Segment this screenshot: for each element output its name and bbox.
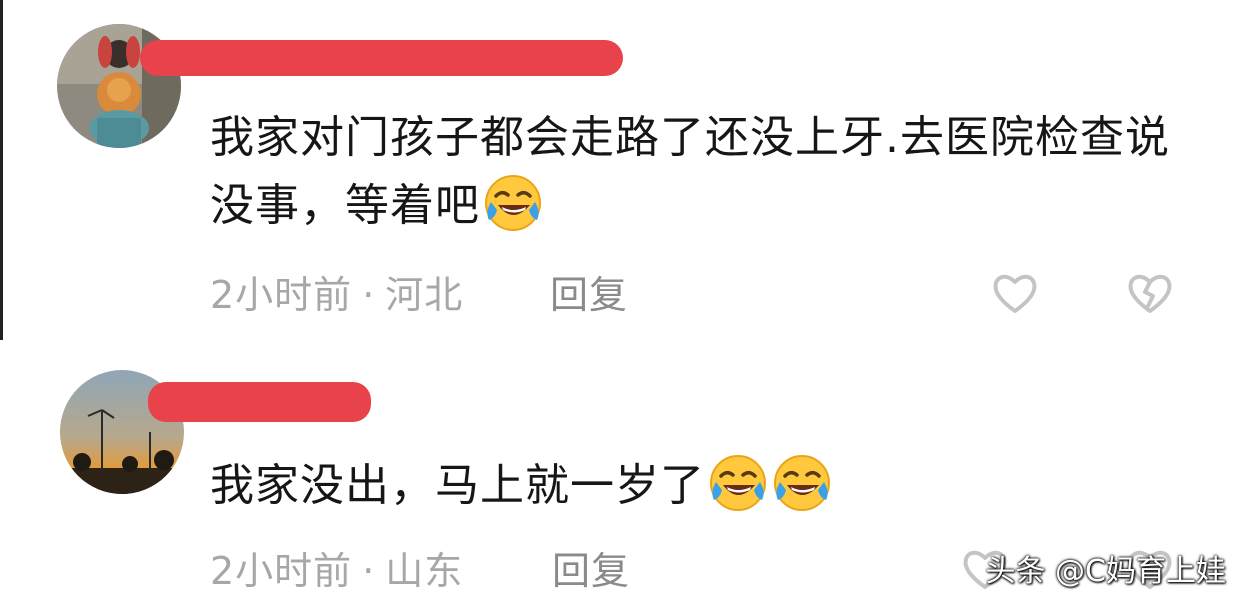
comment-meta: 2小时前 · 河北 bbox=[210, 272, 463, 318]
reply-button[interactable]: 回复 bbox=[552, 548, 630, 594]
comment-time: 2小时前 bbox=[210, 549, 353, 593]
rofl-emoji-icon bbox=[707, 452, 769, 514]
comment-location: 山东 bbox=[385, 549, 464, 593]
heart-outline-icon bbox=[993, 274, 1037, 313]
comment-text: 我家没出，马上就一岁了 bbox=[210, 452, 1190, 520]
meta-separator: · bbox=[362, 273, 376, 317]
comment-time: 2小时前 bbox=[210, 273, 353, 317]
comment-body: 我家对门孩子都会走路了还没上牙.去医院检查说没事，等着吧 bbox=[210, 112, 1170, 231]
username-redacted[interactable] bbox=[140, 40, 623, 76]
meta-separator: · bbox=[362, 549, 376, 593]
comment-item: 我家对门孩子都会走路了还没上牙.去医院检查说没事，等着吧 2小时前 · 河北 回复 bbox=[0, 0, 1240, 340]
comment-meta: 2小时前 · 山东 bbox=[210, 548, 463, 594]
rofl-emoji-icon bbox=[482, 172, 544, 234]
comment-text: 我家对门孩子都会走路了还没上牙.去医院检查说没事，等着吧 bbox=[210, 104, 1190, 240]
watermark: 头条 @C妈育上娃 bbox=[985, 554, 1226, 589]
dislike-button[interactable] bbox=[1125, 268, 1175, 318]
comment-location: 河北 bbox=[385, 273, 464, 317]
username-redacted[interactable] bbox=[148, 382, 371, 422]
like-button[interactable] bbox=[990, 268, 1040, 318]
rofl-emoji-icon bbox=[771, 452, 833, 514]
comment-list: 我家对门孩子都会走路了还没上牙.去医院检查说没事，等着吧 2小时前 · 河北 回复 bbox=[0, 0, 1240, 604]
reply-button[interactable]: 回复 bbox=[550, 272, 628, 318]
comment-body: 我家没出，马上就一岁了 bbox=[210, 460, 705, 511]
broken-heart-icon bbox=[1128, 274, 1172, 313]
